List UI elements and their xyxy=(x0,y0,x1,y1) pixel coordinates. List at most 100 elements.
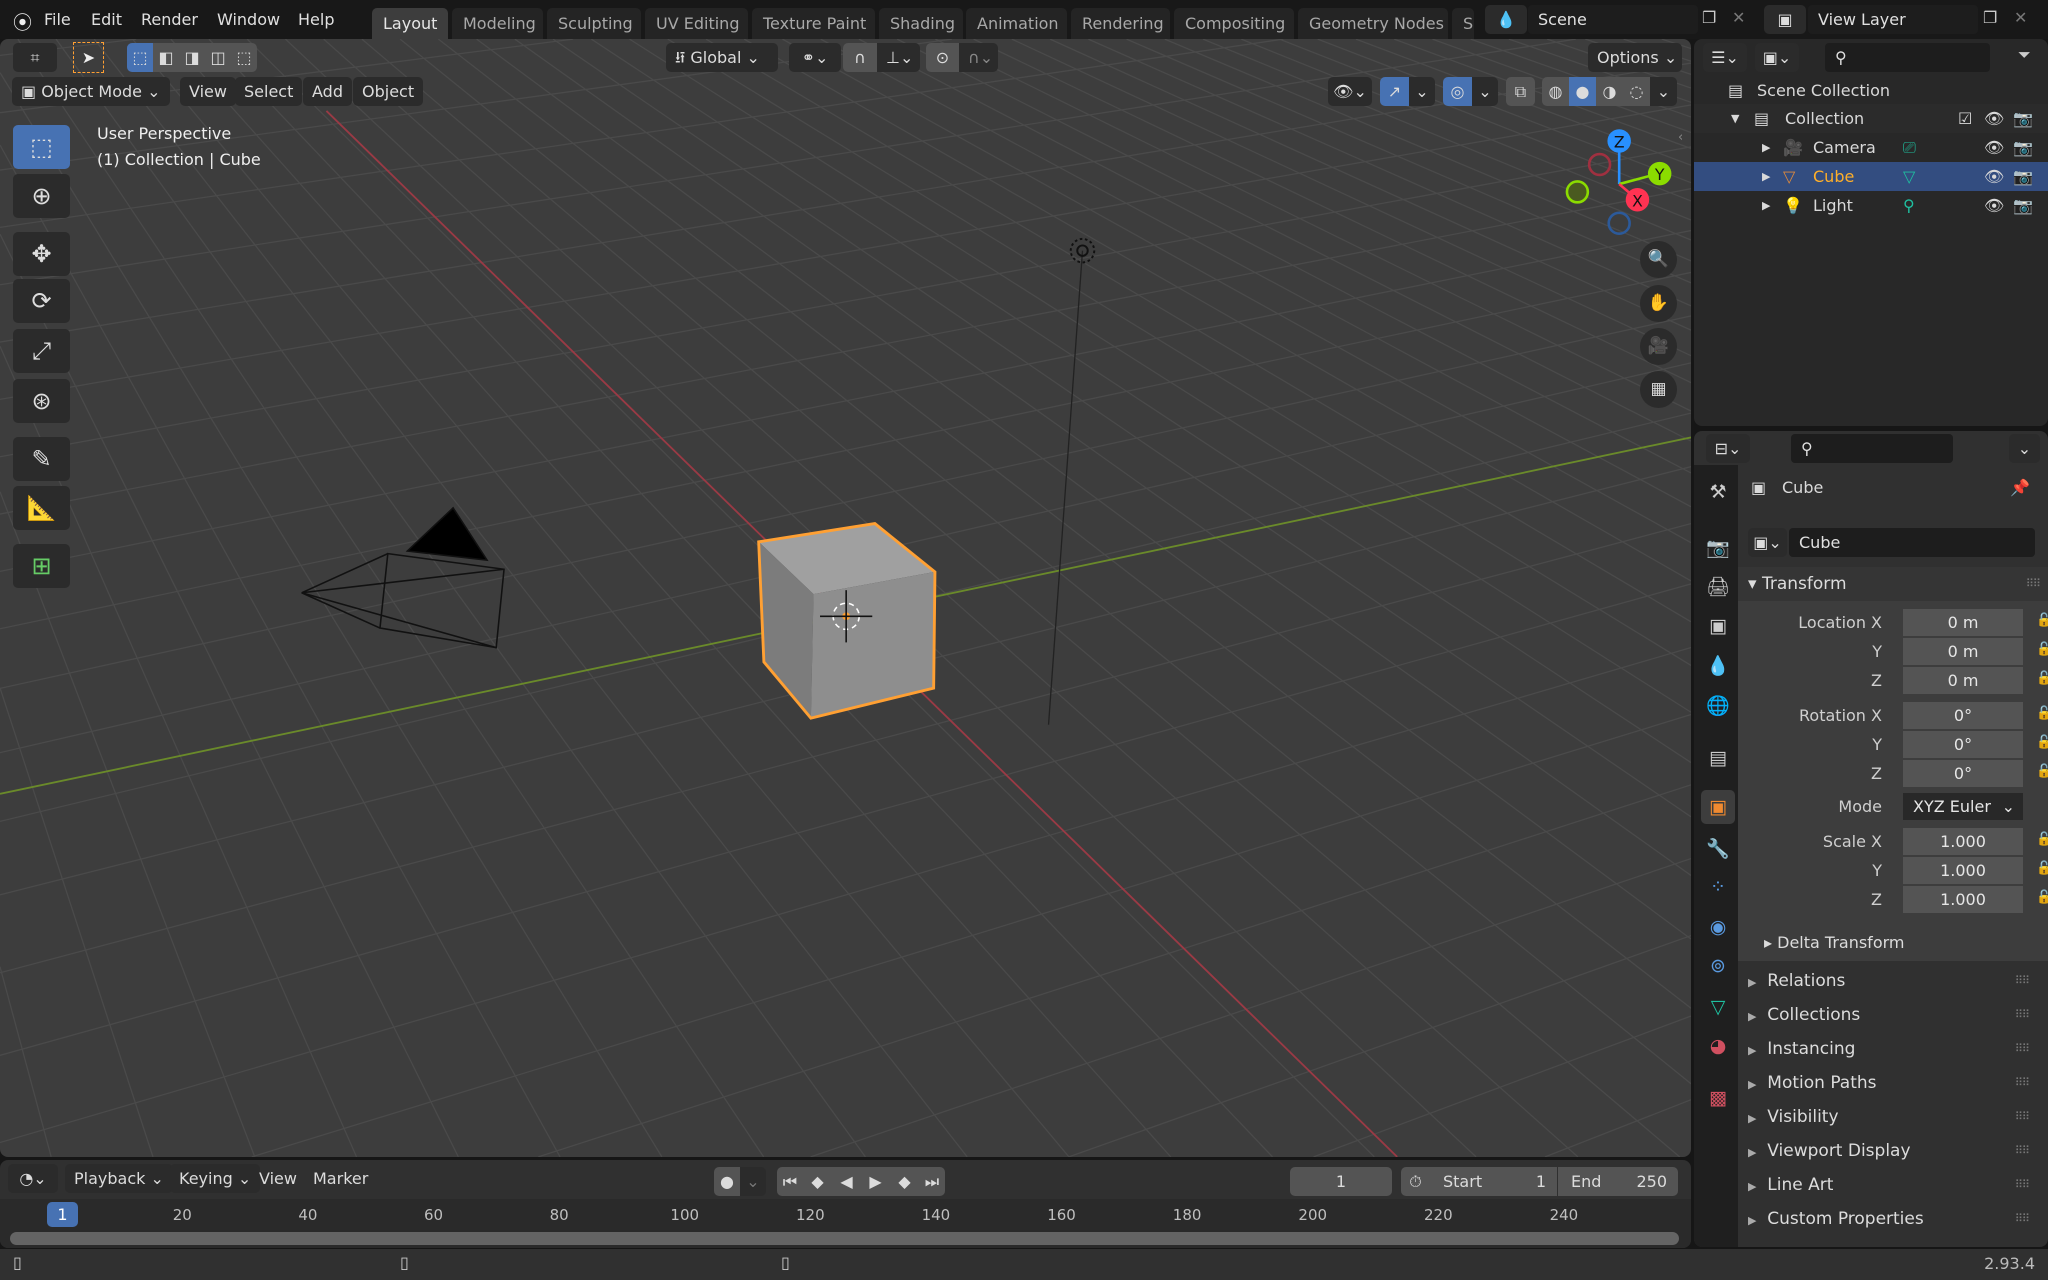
add-cube-tool-icon[interactable]: ⊞ xyxy=(13,544,70,588)
scene-collection-row[interactable]: ▤ Scene Collection xyxy=(1694,76,2048,105)
snap-toggle-icon[interactable]: ∩ xyxy=(843,43,877,72)
visibility-dropdown[interactable]: 👁⌄ xyxy=(1328,77,1372,106)
editor-type-button[interactable]: ⌗ xyxy=(13,43,57,72)
snap-target-dropdown[interactable]: ⊥⌄ xyxy=(877,43,920,72)
panel-instancing[interactable]: ▶ Instancing ⠿⠿ xyxy=(1748,1032,2037,1066)
select-invert-icon[interactable]: ◫ xyxy=(205,43,231,72)
lock-icon[interactable]: 🔓 xyxy=(2036,671,2048,686)
annotate-tool-icon[interactable]: ✎ xyxy=(13,437,70,481)
lock-icon[interactable]: 🔓 xyxy=(2036,735,2048,750)
shading-dropdown[interactable]: ⌄ xyxy=(1650,77,1677,106)
proportional-edit-icon[interactable]: ⊙ xyxy=(926,43,959,72)
select-tool-icon[interactable]: ➤ xyxy=(73,42,104,73)
location-x-field[interactable]: 0 m xyxy=(1903,609,2023,636)
timeline-menu-playback[interactable]: Playback ⌄ xyxy=(65,1164,173,1193)
overlay-dropdown[interactable]: ⌄ xyxy=(1472,77,1498,106)
mode-dropdown[interactable]: ▣ Object Mode ⌄ xyxy=(12,77,170,106)
properties-tab-constraints-icon[interactable]: ⊚ xyxy=(1701,949,1735,983)
workspace-tab-modeling[interactable]: Modeling xyxy=(452,8,543,39)
eye-icon[interactable]: 👁 xyxy=(1984,133,2004,162)
workspace-tab-layout[interactable]: Layout xyxy=(372,8,448,39)
proportional-falloff-dropdown[interactable]: ∩⌄ xyxy=(959,43,998,72)
perspective-toggle-icon[interactable]: ▦ xyxy=(1640,371,1677,408)
panel-visibility[interactable]: ▶ Visibility ⠿⠿ xyxy=(1748,1100,2037,1134)
rotate-tool-icon[interactable]: ⟳ xyxy=(13,279,70,323)
drag-grip-icon[interactable]: ⠿⠿ xyxy=(2015,998,2030,1032)
workspace-tab-shading[interactable]: Shading xyxy=(879,8,963,39)
panel-relations[interactable]: ▶ Relations ⠿⠿ xyxy=(1748,964,2037,998)
eye-icon[interactable]: 👁 xyxy=(1984,162,2004,191)
workspace-tab-s[interactable]: S xyxy=(1452,8,1474,39)
timeline-menu-view[interactable]: View xyxy=(259,1169,297,1188)
menu-help[interactable]: Help xyxy=(293,7,339,33)
rendered-shading-icon[interactable]: ◌ xyxy=(1623,77,1650,106)
properties-tab-collection-icon[interactable]: ▤ xyxy=(1701,741,1735,775)
menu-window[interactable]: Window xyxy=(212,7,285,33)
workspace-tab-rendering[interactable]: Rendering xyxy=(1071,8,1170,39)
scale-x-field[interactable]: 1.000 xyxy=(1903,828,2023,855)
overlay-toggle-icon[interactable]: ◎ xyxy=(1443,77,1472,106)
timeline-editor-type-button[interactable]: ◔⌄ xyxy=(8,1164,58,1193)
3d-viewport[interactable]: Z Y X ⌗ ➤ ⬚ ◧ ◨ ◫ ⬚ ⭿ Global ⌄ ⚭⌄ ∩ ⊥⌄ ⊙… xyxy=(0,39,1691,1157)
transform-orientation-dropdown[interactable]: ⭿ Global ⌄ xyxy=(666,43,778,72)
workspace-tab-compositing[interactable]: Compositing xyxy=(1174,8,1294,39)
properties-editor-type-dropdown[interactable]: ⊟⌄ xyxy=(1706,434,1750,463)
play-icon[interactable]: ▶ xyxy=(861,1167,890,1196)
object-browse-dropdown[interactable]: ▣⌄ xyxy=(1748,528,1787,557)
properties-tab-scene-icon[interactable]: 💧 xyxy=(1701,648,1735,682)
jump-end-icon[interactable]: ⏭ xyxy=(919,1167,945,1196)
timeline-menu-marker[interactable]: Marker xyxy=(313,1169,368,1188)
outliner-search-input[interactable]: ⚲ xyxy=(1825,43,1990,72)
timeline-scrollbar[interactable] xyxy=(10,1232,1679,1245)
render-camera-icon[interactable]: 📷 xyxy=(2013,162,2033,191)
measure-tool-icon[interactable]: 📐 xyxy=(13,486,70,530)
expand-arrow-icon[interactable]: ▶ xyxy=(1762,191,1770,220)
lock-icon[interactable]: 🔓 xyxy=(2036,890,2048,905)
properties-tab-texture-icon[interactable]: ▩ xyxy=(1701,1081,1735,1115)
scale-z-field[interactable]: 1.000 xyxy=(1903,886,2023,913)
gizmo-x-label[interactable]: X xyxy=(1632,191,1643,210)
solid-shading-icon[interactable]: ● xyxy=(1569,77,1596,106)
lock-icon[interactable]: 🔓 xyxy=(2036,764,2048,779)
eye-icon[interactable]: 👁 xyxy=(1984,191,2004,220)
drag-grip-icon[interactable]: ⠿⠿ xyxy=(2015,1032,2030,1066)
viewport-menu-view[interactable]: View xyxy=(180,77,236,106)
collection-row[interactable]: ▼ ▤ Collection ☑ 👁 📷 xyxy=(1694,104,2048,133)
lock-icon[interactable]: 🔓 xyxy=(2036,861,2048,876)
xray-toggle-icon[interactable]: ⧉ xyxy=(1506,77,1535,106)
rotation-x-field[interactable]: 0° xyxy=(1903,702,2023,729)
scene-selector-icon[interactable]: 💧 xyxy=(1485,5,1527,34)
next-keyframe-icon[interactable]: ◆ xyxy=(890,1167,919,1196)
viewport-menu-object[interactable]: Object xyxy=(353,77,424,106)
transform-panel-header[interactable]: ▾ Transform ⠿⠿ xyxy=(1738,567,2048,601)
auto-keying-icon[interactable]: ● xyxy=(714,1167,740,1196)
outliner-item-cube[interactable]: ▶ ▽ Cube ▽ 👁 📷 xyxy=(1694,162,2048,191)
gizmo-dropdown[interactable]: ⌄ xyxy=(1409,77,1435,106)
current-frame-field[interactable]: 1 xyxy=(1290,1167,1392,1196)
new-scene-icon[interactable]: ❐ xyxy=(1702,8,1716,27)
camera-data-icon[interactable]: ⎚ xyxy=(1903,133,1916,162)
properties-tab-tool-icon[interactable]: ⚒ xyxy=(1701,475,1735,509)
properties-tab-view-layer-icon[interactable]: ▣ xyxy=(1701,609,1735,643)
render-camera-icon[interactable]: 📷 xyxy=(2013,191,2033,220)
sidebar-toggle-icon[interactable]: ‹ xyxy=(1678,130,1683,145)
keying-set-dropdown[interactable]: ⌄ xyxy=(740,1167,766,1196)
properties-tab-modifier-icon[interactable]: 🔧 xyxy=(1701,831,1735,865)
panel-viewport-display[interactable]: ▶ Viewport Display ⠿⠿ xyxy=(1748,1134,2037,1168)
selection-mode-group[interactable]: ⬚ ◧ ◨ ◫ ⬚ xyxy=(127,43,257,72)
expand-arrow-icon[interactable]: ▶ xyxy=(1762,162,1770,191)
prev-keyframe-icon[interactable]: ◆ xyxy=(803,1167,832,1196)
menu-edit[interactable]: Edit xyxy=(86,7,127,33)
gizmo-y-label[interactable]: Y xyxy=(1654,165,1665,184)
view-layer-field[interactable]: View Layer xyxy=(1808,5,1978,34)
properties-tab-object-icon[interactable]: ▣ xyxy=(1701,790,1735,824)
lock-icon[interactable]: 🔓 xyxy=(2036,832,2048,847)
location-y-field[interactable]: 0 m xyxy=(1903,638,2023,665)
scale-y-field[interactable]: 1.000 xyxy=(1903,857,2023,884)
rotation-y-field[interactable]: 0° xyxy=(1903,731,2023,758)
properties-tab-world-icon[interactable]: 🌐 xyxy=(1701,688,1735,722)
panel-collections[interactable]: ▶ Collections ⠿⠿ xyxy=(1748,998,2037,1032)
delta-transform-header[interactable]: ▸ Delta Transform xyxy=(1764,933,1904,952)
drag-grip-icon[interactable]: ⠿⠿ xyxy=(2015,1134,2030,1168)
select-subtract-icon[interactable]: ◨ xyxy=(179,43,205,72)
